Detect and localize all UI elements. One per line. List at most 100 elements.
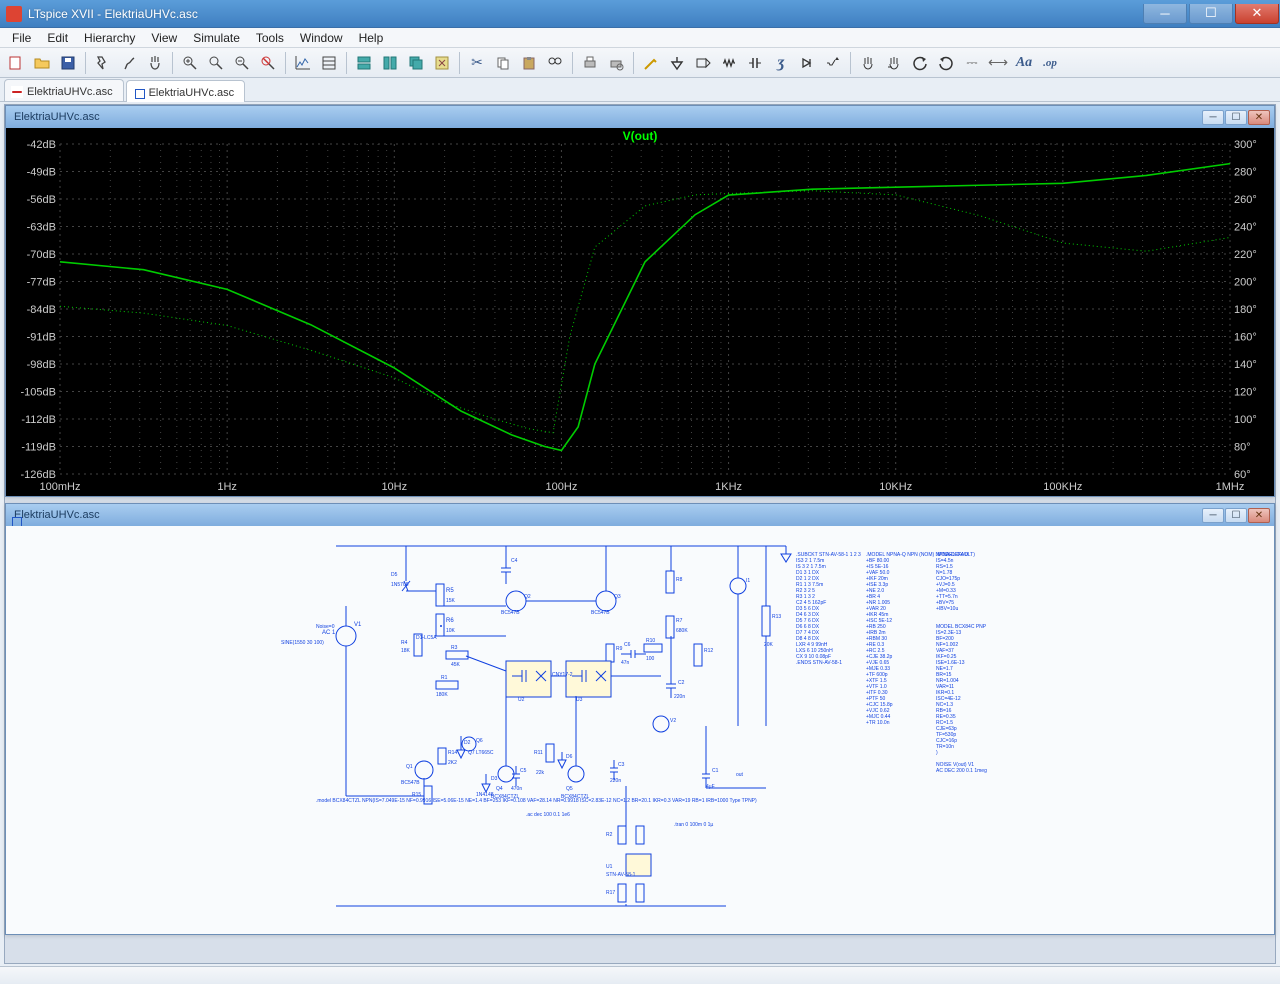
window-close-button[interactable]: ✕ [1235, 4, 1279, 24]
toolbar-resistor[interactable] [717, 51, 741, 75]
svg-text:Q3: Q3 [614, 594, 621, 600]
toolbar-rotate[interactable]: ⎓ [960, 51, 984, 75]
svg-text:10K: 10K [446, 628, 456, 634]
toolbar: ✂ ʒ ⎓ ⟷ Aa .op [0, 48, 1280, 78]
child-maximize-button[interactable]: ☐ [1225, 110, 1247, 125]
toolbar-autorange[interactable] [291, 51, 315, 75]
toolbar-print[interactable] [578, 51, 602, 75]
child-minimize-button[interactable]: ─ [1202, 110, 1224, 125]
svg-text:R10: R10 [646, 638, 655, 644]
toolbar-tile-vert[interactable] [378, 51, 402, 75]
child-close-button[interactable]: ✕ [1248, 110, 1270, 125]
toolbar-text[interactable]: Aa [1012, 51, 1036, 75]
menu-simulate[interactable]: Simulate [185, 29, 248, 47]
toolbar-tile-horz[interactable] [352, 51, 376, 75]
toolbar-cut[interactable]: ✂ [465, 51, 489, 75]
svg-text:+TR 10.0n: +TR 10.0n [866, 720, 890, 726]
svg-text:100°: 100° [1234, 414, 1257, 426]
svg-text:R1: R1 [441, 675, 448, 681]
toolbar-halt[interactable] [117, 51, 141, 75]
svg-text:TR=10n: TR=10n [936, 744, 954, 750]
svg-text:V(out): V(out) [623, 129, 658, 143]
toolbar-pan[interactable] [143, 51, 167, 75]
child-close-button[interactable]: ✕ [1248, 508, 1270, 523]
svg-text:R3: R3 [451, 645, 458, 651]
svg-text:100: 100 [646, 656, 655, 662]
bode-plot[interactable]: V(out)-126dB60°-119dB80°-112dB100°-105dB… [6, 128, 1274, 496]
schematic-window-titlebar[interactable]: ElektriaUHVc.asc ─ ☐ ✕ [6, 504, 1274, 526]
toolbar-run[interactable] [91, 51, 115, 75]
svg-text:10Hz: 10Hz [381, 481, 407, 493]
toolbar-ind[interactable]: ʒ [769, 51, 793, 75]
toolbar-save[interactable] [56, 51, 80, 75]
toolbar-new[interactable] [4, 51, 28, 75]
svg-text:-98dB: -98dB [27, 359, 56, 371]
waveform-window-titlebar[interactable]: ElektriaUHVc.asc ─ ☐ ✕ [6, 106, 1274, 128]
document-tab-schematic[interactable]: ElektriaUHVc.asc [126, 80, 246, 102]
toolbar-paste[interactable] [517, 51, 541, 75]
toolbar-find[interactable] [543, 51, 567, 75]
toolbar-print-setup[interactable] [604, 51, 628, 75]
svg-text:D5: D5 [391, 572, 398, 578]
toolbar-cascade[interactable] [404, 51, 428, 75]
svg-text:22k: 22k [536, 770, 545, 776]
window-maximize-button[interactable]: ☐ [1189, 4, 1233, 24]
toolbar-undo[interactable] [908, 51, 932, 75]
svg-text:R8: R8 [676, 577, 683, 583]
menu-window[interactable]: Window [292, 29, 351, 47]
svg-text:-84dB: -84dB [27, 304, 56, 316]
svg-text:1KHz: 1KHz [715, 481, 742, 493]
toolbar-component[interactable] [821, 51, 845, 75]
svg-text:C2: C2 [678, 680, 685, 686]
svg-text:1MHz: 1MHz [1216, 481, 1245, 493]
svg-text:U3: U3 [576, 697, 583, 703]
svg-text:AC DEC 200 0.1 1meg: AC DEC 200 0.1 1meg [936, 768, 987, 774]
svg-text:680K: 680K [676, 628, 688, 634]
menu-help[interactable]: Help [351, 29, 392, 47]
toolbar-zoom-in[interactable] [178, 51, 202, 75]
document-tabs: ElektriaUHVc.asc ElektriaUHVc.asc [0, 78, 1280, 102]
menu-view[interactable]: View [143, 29, 185, 47]
toolbar-zoom-out[interactable] [204, 51, 228, 75]
document-tab-waveform[interactable]: ElektriaUHVc.asc [4, 79, 124, 101]
toolbar-label[interactable] [691, 51, 715, 75]
svg-text:R6: R6 [446, 618, 454, 624]
window-minimize-button[interactable]: ─ [1143, 4, 1187, 24]
svg-text:-63dB: -63dB [27, 222, 56, 234]
svg-text:20K: 20K [764, 642, 774, 648]
toolbar-wire[interactable] [639, 51, 663, 75]
app-icon [6, 6, 22, 22]
menu-tools[interactable]: Tools [248, 29, 292, 47]
toolbar-plot-settings[interactable] [317, 51, 341, 75]
svg-text:C4: C4 [511, 558, 518, 564]
toolbar-close-window[interactable] [430, 51, 454, 75]
svg-text:45K: 45K [451, 662, 461, 668]
svg-text:C5: C5 [520, 768, 527, 774]
waveform-icon [11, 86, 23, 98]
svg-text:47n: 47n [621, 660, 630, 666]
toolbar-open[interactable] [30, 51, 54, 75]
svg-text:220n: 220n [610, 778, 621, 784]
menu-file[interactable]: File [4, 29, 39, 47]
toolbar-cap[interactable] [743, 51, 767, 75]
menu-hierarchy[interactable]: Hierarchy [76, 29, 143, 47]
menu-edit[interactable]: Edit [39, 29, 76, 47]
toolbar-spice[interactable]: .op [1038, 51, 1062, 75]
svg-text:Q4: Q4 [496, 786, 503, 792]
toolbar-zoom-fit[interactable] [230, 51, 254, 75]
toolbar-redo[interactable] [934, 51, 958, 75]
child-minimize-button[interactable]: ─ [1202, 508, 1224, 523]
schematic-window-title: ElektriaUHVc.asc [14, 509, 100, 521]
svg-text:C3: C3 [618, 762, 625, 768]
toolbar-zoom-back[interactable] [256, 51, 280, 75]
toolbar-move[interactable] [856, 51, 880, 75]
child-maximize-button[interactable]: ☐ [1225, 508, 1247, 523]
toolbar-mirror[interactable]: ⟷ [986, 51, 1010, 75]
schematic-icon [133, 87, 145, 99]
toolbar-drag[interactable] [882, 51, 906, 75]
toolbar-ground[interactable] [665, 51, 689, 75]
toolbar-diode[interactable] [795, 51, 819, 75]
toolbar-copy[interactable] [491, 51, 515, 75]
schematic-canvas[interactable]: V1AC 1SINE(1550 30 100)Noise=0D51N5708R5… [6, 526, 1274, 934]
svg-text:200°: 200° [1234, 277, 1257, 289]
